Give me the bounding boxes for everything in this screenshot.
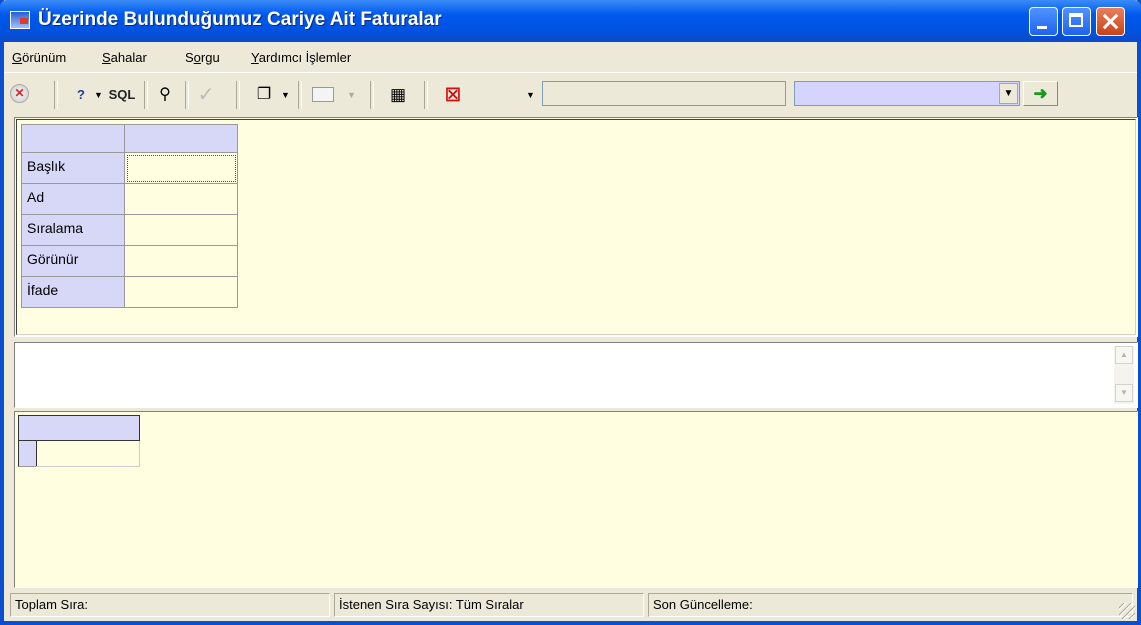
row-label-ad: Ad: [21, 184, 125, 215]
properties-panel: Başlık Ad Sıralama Görünür İfade: [14, 117, 1138, 337]
menu-sorgu[interactable]: Sorgu: [185, 50, 220, 65]
status-total-rows: Toplam Sıra:: [10, 593, 330, 617]
results-column-header[interactable]: [36, 415, 140, 441]
value-cell-siralama[interactable]: [125, 215, 238, 246]
toolbar-separator: [54, 81, 58, 109]
title-bar[interactable]: Üzerinde Bulunduğumuz Cariye Ait Fatural…: [0, 0, 1141, 42]
toolbar-separator: [185, 81, 189, 109]
dropdown-arrow-icon[interactable]: ▼: [999, 83, 1018, 104]
row-label-gorunur: Görünür: [21, 246, 125, 277]
chevron-down-icon[interactable]: ▼: [347, 84, 356, 106]
help-icon[interactable]: ?: [70, 84, 92, 106]
value-cell-baslik[interactable]: [125, 153, 238, 184]
results-row-header[interactable]: [18, 441, 37, 467]
frame-icon[interactable]: [312, 87, 334, 102]
binoculars-icon[interactable]: ⚲: [152, 84, 178, 106]
row-label-ifade: İfade: [21, 277, 125, 308]
delete-grid-icon[interactable]: ☒: [442, 84, 464, 106]
minimize-button[interactable]: [1029, 7, 1058, 36]
chevron-down-icon[interactable]: ▼: [526, 84, 535, 106]
toolbar-separator: [370, 81, 374, 109]
query-text-area[interactable]: ▲ ▼: [14, 342, 1138, 408]
vertical-scrollbar[interactable]: ▲ ▼: [1114, 346, 1134, 404]
window-title: Üzerinde Bulunduğumuz Cariye Ait Fatural…: [38, 9, 442, 30]
scroll-down-icon[interactable]: ▼: [1115, 384, 1133, 402]
row-label-siralama: Sıralama: [21, 215, 125, 246]
value-cell-gorunur[interactable]: [125, 246, 238, 277]
resize-grip[interactable]: [1119, 603, 1135, 619]
cancel-icon[interactable]: ✕: [10, 84, 29, 103]
copy-window-icon[interactable]: ❐: [252, 84, 276, 106]
chevron-down-icon[interactable]: ▼: [281, 84, 290, 106]
close-button[interactable]: [1096, 7, 1125, 36]
results-cell[interactable]: [36, 441, 140, 467]
sql-icon[interactable]: SQL: [106, 84, 138, 106]
grid-column-header[interactable]: [125, 124, 238, 153]
menu-bar: Görünüm Sahalar Sorgu Yardımcı İşlemler: [4, 42, 1137, 73]
grid-icon[interactable]: ▦: [387, 84, 409, 106]
check-icon[interactable]: ✓: [194, 84, 218, 106]
status-requested-rows: İstenen Sıra Sayısı: Tüm Sıralar: [334, 593, 644, 617]
grid-corner-header: [21, 124, 125, 153]
toolbar-text-input[interactable]: [542, 81, 786, 106]
results-grid-panel: [14, 411, 1138, 588]
toolbar-separator: [236, 81, 240, 109]
go-arrow-icon[interactable]: ➜: [1023, 81, 1058, 106]
scroll-up-icon[interactable]: ▲: [1115, 346, 1133, 364]
status-bar: Toplam Sıra: İstenen Sıra Sayısı: Tüm Sı…: [4, 591, 1137, 621]
toolbar-separator: [144, 81, 148, 109]
menu-yardimci-islemler[interactable]: Yardımcı İşlemler: [251, 50, 351, 65]
status-last-update: Son Güncelleme:: [648, 593, 1133, 617]
maximize-button[interactable]: [1062, 7, 1091, 36]
toolbar-separator: [298, 81, 302, 109]
results-corner-header[interactable]: [18, 415, 37, 441]
toolbar: ✕ ? ▼ SQL ⚲ ✓ ❐ ▼ ▼ ▦ ☒ ▼ ▼ ➜: [4, 73, 1137, 117]
menu-sahalar[interactable]: Sahalar: [102, 50, 147, 65]
menu-gorunum[interactable]: Görünüm: [12, 50, 66, 65]
app-icon[interactable]: [10, 11, 30, 29]
toolbar-separator: [424, 81, 428, 109]
chevron-down-icon[interactable]: ▼: [94, 84, 103, 106]
toolbar-dropdown[interactable]: ▼: [794, 81, 1020, 106]
value-cell-ifade[interactable]: [125, 277, 238, 308]
value-cell-ad[interactable]: [125, 184, 238, 215]
main-window: Üzerinde Bulunduğumuz Cariye Ait Fatural…: [0, 0, 1141, 625]
row-label-baslik: Başlık: [21, 153, 125, 184]
